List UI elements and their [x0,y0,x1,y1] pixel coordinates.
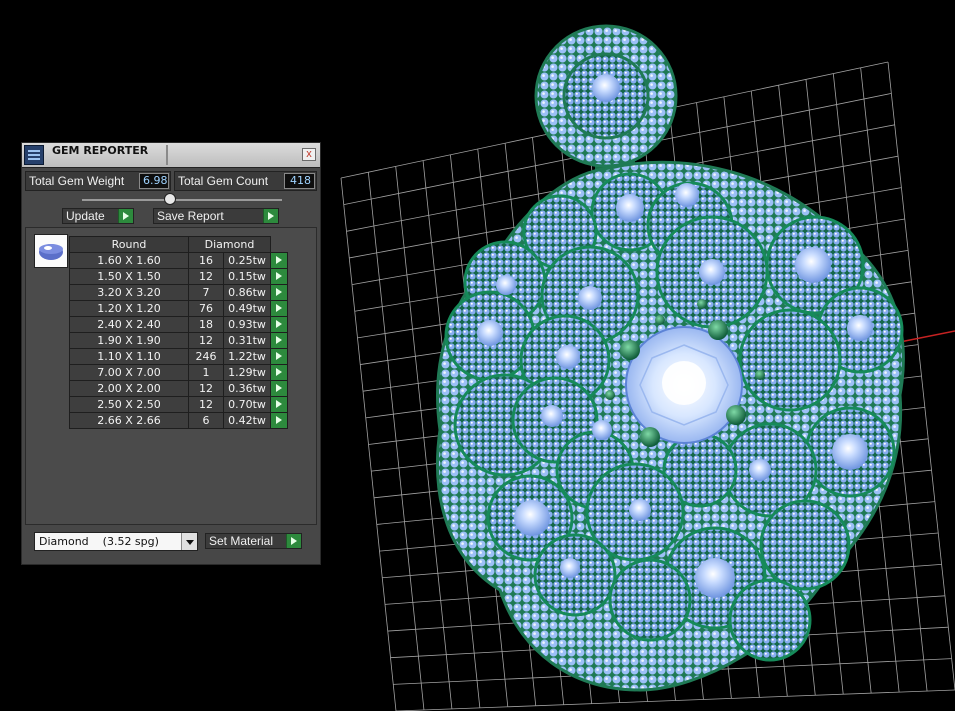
row-select-arrow-icon[interactable] [270,316,288,333]
table-row[interactable]: 2.50 X 2.50 12 0.70tw [69,396,288,413]
set-material-button[interactable]: Set Material [205,533,302,549]
table-row[interactable]: 1.60 X 1.60 16 0.25tw [69,252,288,269]
chevron-down-icon [181,533,197,550]
total-weight-value: 6.98 [139,173,169,189]
panel-title: GEM REPORTER [52,144,149,157]
row-select-arrow-icon[interactable] [270,396,288,413]
gem-weight-cell: 0.36tw [223,380,271,397]
row-select-arrow-icon[interactable] [270,364,288,381]
total-count-label: Total Gem Count [178,174,269,188]
gem-size-cell: 1.60 X 1.60 [69,252,189,269]
gem-size-cell: 7.00 X 7.00 [69,364,189,381]
titlebar-divider [166,145,168,165]
gem-count-cell: 246 [188,348,224,365]
gem-count-cell: 12 [188,268,224,285]
gem-list-area: Round Diamond 1.60 X 1.60 16 0.25tw 1.50 X … [25,227,317,525]
gem-size-cell: 2.66 X 2.66 [69,412,189,429]
gem-weight-cell: 1.29tw [223,364,271,381]
table-row[interactable]: 2.00 X 2.00 12 0.36tw [69,380,288,397]
gem-size-cell: 1.10 X 1.10 [69,348,189,365]
update-button[interactable]: Update [62,208,134,224]
column-header-material[interactable]: Diamond [188,236,271,253]
play-arrow-icon [118,209,133,223]
gem-weight-cell: 0.49tw [223,300,271,317]
gem-count-cell: 6 [188,412,224,429]
row-select-arrow-icon[interactable] [270,284,288,301]
gem-size-cell: 3.20 X 3.20 [69,284,189,301]
gem-table-header: Round Diamond [69,236,288,253]
save-report-button[interactable]: Save Report [153,208,279,224]
gem-size-cell: 1.90 X 1.90 [69,332,189,349]
x-axis-line [894,330,955,344]
row-select-arrow-icon[interactable] [270,412,288,429]
slider-track[interactable] [82,199,282,201]
row-select-arrow-icon[interactable] [270,268,288,285]
slider-handle[interactable] [164,193,176,205]
gem-weight-cell: 0.70tw [223,396,271,413]
gem-weight-cell: 0.93tw [223,316,271,333]
table-row[interactable]: 2.40 X 2.40 18 0.93tw [69,316,288,333]
material-dropdown-value: Diamond (3.52 spg) [39,535,159,548]
row-select-arrow-icon[interactable] [270,252,288,269]
close-button[interactable]: x [302,148,316,161]
gem-size-cell: 1.20 X 1.20 [69,300,189,317]
gem-size-cell: 2.00 X 2.00 [69,380,189,397]
table-row[interactable]: 3.20 X 3.20 7 0.86tw [69,284,288,301]
gem-weight-cell: 0.15tw [223,268,271,285]
total-weight-group: Total Gem Weight 6.98 [25,171,171,191]
total-count-group: Total Gem Count 418 [174,171,317,191]
gem-table: Round Diamond 1.60 X 1.60 16 0.25tw 1.50 X … [69,236,288,429]
row-select-arrow-icon[interactable] [270,380,288,397]
pendant-model[interactable] [436,24,905,692]
gem-weight-cell: 0.42tw [223,412,271,429]
gem-weight-cell: 0.31tw [223,332,271,349]
gem-count-cell: 7 [188,284,224,301]
totals-row: Total Gem Weight 6.98 Total Gem Count 41… [25,171,317,191]
gem-weight-cell: 0.25tw [223,252,271,269]
play-arrow-icon [286,534,301,548]
gem-size-cell: 1.50 X 1.50 [69,268,189,285]
gem-size-cell: 2.50 X 2.50 [69,396,189,413]
row-select-arrow-icon[interactable] [270,300,288,317]
table-row[interactable]: 1.20 X 1.20 76 0.49tw [69,300,288,317]
total-weight-label: Total Gem Weight [29,174,125,188]
table-row[interactable]: 1.50 X 1.50 12 0.15tw [69,268,288,285]
gem-weight-cell: 1.22tw [223,348,271,365]
gem-count-cell: 12 [188,396,224,413]
save-report-button-label: Save Report [157,209,224,223]
row-select-arrow-icon[interactable] [270,348,288,365]
gem-count-cell: 16 [188,252,224,269]
gem-count-cell: 18 [188,316,224,333]
panel-titlebar[interactable]: GEM REPORTER x [22,143,320,168]
gem-count-cell: 1 [188,364,224,381]
total-count-value: 418 [284,173,315,189]
gem-count-cell: 12 [188,332,224,349]
set-material-button-label: Set Material [209,534,274,548]
material-dropdown[interactable]: Diamond (3.52 spg) [34,532,198,551]
row-select-arrow-icon[interactable] [270,332,288,349]
table-row[interactable]: 2.66 X 2.66 6 0.42tw [69,412,288,429]
gem-count-cell: 76 [188,300,224,317]
gem-reporter-panel: GEM REPORTER x Total Gem Weight 6.98 Tot… [21,142,321,565]
round-gem-icon [39,244,63,260]
table-row[interactable]: 1.90 X 1.90 12 0.31tw [69,332,288,349]
table-row[interactable]: 7.00 X 7.00 1 1.29tw [69,364,288,381]
gem-count-cell: 12 [188,380,224,397]
gem-size-cell: 2.40 X 2.40 [69,316,189,333]
update-button-label: Update [66,209,105,223]
close-icon: x [306,148,312,160]
gem-weight-cell: 0.86tw [223,284,271,301]
gem-reporter-app-icon [24,145,44,165]
table-row[interactable]: 1.10 X 1.10 246 1.22tw [69,348,288,365]
play-arrow-icon [263,209,278,223]
column-header-shape[interactable]: Round [69,236,189,253]
gem-thumbnail[interactable] [34,234,68,268]
